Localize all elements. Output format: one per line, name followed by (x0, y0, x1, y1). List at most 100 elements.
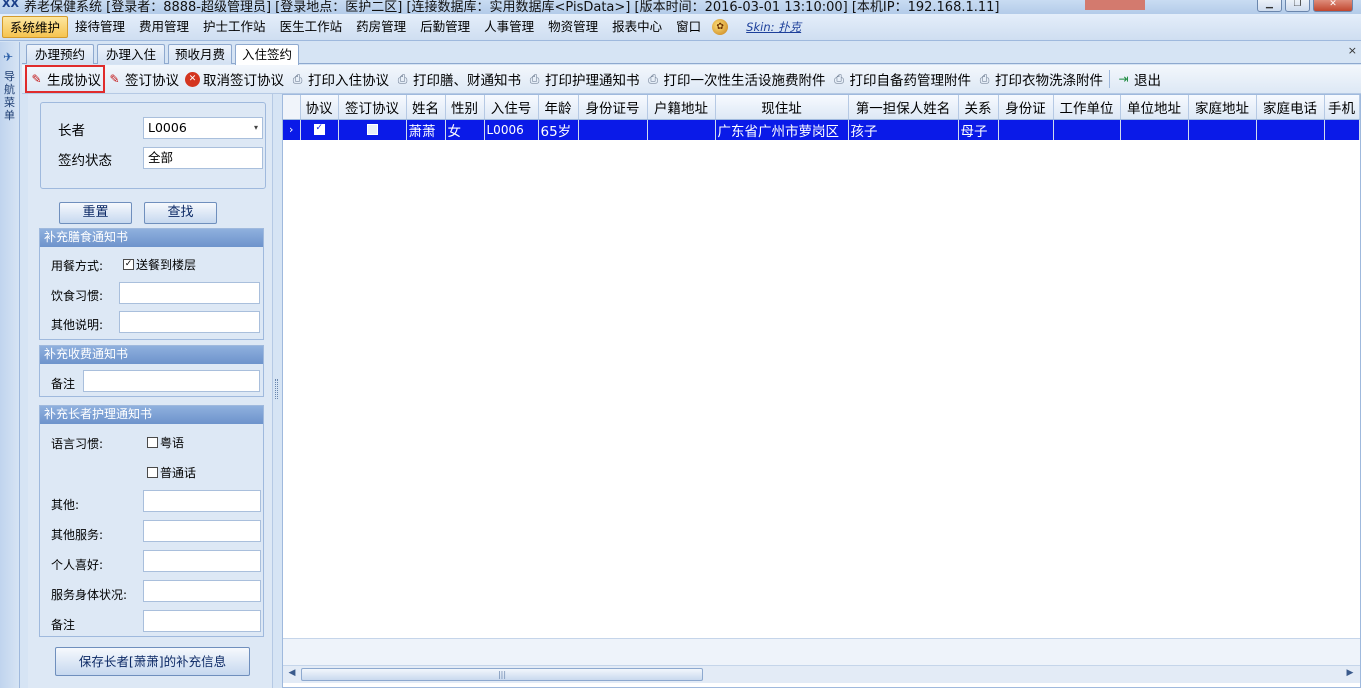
col-header[interactable]: 家庭地址 (1188, 95, 1257, 120)
age-cell[interactable]: 65岁 (538, 119, 579, 140)
guarantor-id-cell[interactable] (998, 119, 1054, 140)
menu-logistics[interactable]: 后勤管理 (413, 16, 477, 38)
menu-doctor-station[interactable]: 医生工作站 (273, 16, 350, 38)
menu-system-maintenance[interactable]: 系统维护 (2, 16, 69, 38)
health-status-input[interactable] (143, 580, 261, 602)
status-field[interactable]: 全部 (143, 147, 263, 169)
col-header[interactable]: 第一担保人姓名 (848, 95, 959, 120)
col-header[interactable]: 关系 (958, 95, 999, 120)
row-pointer-icon[interactable]: › (283, 119, 301, 140)
col-header[interactable]: 工作单位 (1053, 95, 1121, 120)
gender-cell[interactable]: 女 (445, 119, 485, 140)
dropdown-arrow-icon[interactable]: ▾ (254, 118, 258, 138)
print-care-button[interactable]: ⎙ 打印护理通知书 (524, 66, 643, 92)
menu-pharmacy[interactable]: 药房管理 (349, 16, 413, 38)
checkbox-unchecked-icon[interactable] (147, 467, 158, 478)
other-input[interactable] (143, 490, 261, 512)
other-service-input[interactable] (143, 520, 261, 542)
search-button[interactable]: 查找 (144, 202, 217, 224)
relation-cell[interactable]: 母子 (958, 119, 999, 140)
mobile-cell[interactable] (1324, 119, 1360, 140)
diet-habit-input[interactable] (119, 282, 260, 304)
fee-remark-label: 备注 (51, 377, 76, 391)
menu-hr[interactable]: 人事管理 (477, 16, 541, 38)
scroll-left-icon[interactable]: ◀ (284, 668, 300, 681)
close-window-button[interactable]: ✕ (1313, 0, 1353, 12)
checkbox-unchecked-icon[interactable] (366, 123, 378, 135)
col-header[interactable]: 签订协议 (338, 95, 407, 120)
col-header[interactable]: 单位地址 (1120, 95, 1189, 120)
sign-agreement-button[interactable]: ✎ 签订协议 (104, 66, 182, 92)
unit-address-cell[interactable] (1120, 119, 1189, 140)
horizontal-scrollbar[interactable]: ◀ ||| ▶ (283, 665, 1360, 683)
current-address-cell[interactable]: 广东省广州市萝岗区 (715, 119, 849, 140)
tab-reservation[interactable]: 办理预约 (26, 44, 94, 64)
home-phone-cell[interactable] (1256, 119, 1325, 140)
menu-window[interactable]: 窗口 (669, 16, 708, 38)
care-remark-input[interactable] (143, 610, 261, 632)
restore-button[interactable]: ❐ (1285, 0, 1310, 12)
print-medicine-button[interactable]: ⎙ 打印自备药管理附件 (829, 66, 975, 92)
menu-materials[interactable]: 物资管理 (541, 16, 605, 38)
checkbox-checked-icon[interactable] (313, 123, 325, 135)
menu-reports[interactable]: 报表中心 (605, 16, 669, 38)
col-header[interactable]: 手机 (1324, 95, 1360, 120)
col-header[interactable]: 性别 (445, 95, 485, 120)
close-tab-icon[interactable]: × (1348, 44, 1357, 57)
col-header[interactable]: 身份证号 (578, 95, 648, 120)
col-header[interactable]: 姓名 (406, 95, 446, 120)
print-laundry-button[interactable]: ⎙ 打印衣物洗涤附件 (974, 66, 1106, 92)
tab-contract-signing[interactable]: 入住签约 (235, 44, 299, 65)
household-address-cell[interactable] (647, 119, 716, 140)
name-cell[interactable]: 萧萧 (406, 119, 446, 140)
print-meal-fee-button[interactable]: ⎙ 打印膳、财通知书 (392, 66, 524, 92)
col-header[interactable]: 协议 (300, 95, 339, 120)
guarantor-cell[interactable]: 孩子 (848, 119, 959, 140)
hobby-input[interactable] (143, 550, 261, 572)
exit-button[interactable]: ⇥ 退出 (1113, 66, 1164, 92)
menu-fees[interactable]: 费用管理 (132, 16, 196, 38)
print-admission-button[interactable]: ⎙ 打印入住协议 (287, 66, 392, 92)
menu-reception[interactable]: 接待管理 (68, 16, 132, 38)
tab-monthly-fee[interactable]: 预收月费 (168, 44, 232, 64)
cantonese-checkbox[interactable]: 粤语 (147, 434, 184, 451)
admission-no-cell[interactable]: L0006 (484, 119, 539, 140)
signed-cell[interactable] (338, 119, 407, 140)
reset-button[interactable]: 重置 (59, 202, 132, 224)
generate-agreement-button[interactable]: ✎ 生成协议 (25, 65, 105, 93)
dock-label[interactable]: 导航菜单 (4, 70, 17, 122)
skin-palette-icon[interactable]: ✿ (712, 19, 729, 35)
mandarin-checkbox[interactable]: 普通话 (147, 464, 196, 481)
tab-checkin[interactable]: 办理入住 (97, 44, 165, 64)
col-header[interactable]: 现住址 (715, 95, 849, 120)
col-header[interactable]: 身份证 (998, 95, 1054, 120)
print-facility-button[interactable]: ⎙ 打印一次性生活设施费附件 (643, 66, 829, 92)
agreement-cell[interactable] (300, 119, 339, 140)
col-header[interactable]: 家庭电话 (1256, 95, 1325, 120)
cancel-signing-button[interactable]: ✕ 取消签订协议 (182, 66, 287, 92)
grid-footer (283, 638, 1360, 665)
other-note-input[interactable] (119, 311, 260, 333)
elder-select[interactable]: L0006 ▾ (143, 117, 263, 139)
work-unit-cell[interactable] (1053, 119, 1121, 140)
col-header[interactable]: 年龄 (538, 95, 579, 120)
scroll-right-icon[interactable]: ▶ (1342, 668, 1358, 681)
save-supplement-button[interactable]: 保存长者[萧萧]的补充信息 (55, 647, 250, 676)
col-header[interactable]: 户籍地址 (647, 95, 716, 120)
home-address-cell[interactable] (1188, 119, 1257, 140)
checkbox-unchecked-icon[interactable] (147, 437, 158, 448)
checkbox-checked-icon[interactable] (123, 259, 134, 270)
id-no-cell[interactable] (578, 119, 648, 140)
panel-splitter[interactable] (273, 94, 281, 688)
pin-icon[interactable]: ✈ (3, 50, 13, 64)
scrollbar-thumb[interactable]: ||| (301, 668, 703, 681)
splitter-grip-icon[interactable] (275, 379, 278, 399)
table-row[interactable]: › 萧萧 女 L0006 65岁 广东省广州市萝岗区 孩子 母子 (283, 119, 1360, 140)
skin-link[interactable]: Skin: 扑克 (746, 19, 801, 35)
navigation-dock[interactable]: ✈ 导航菜单 (0, 42, 20, 688)
deliver-to-floor-checkbox[interactable]: 送餐到楼层 (123, 256, 196, 273)
fee-remark-input[interactable] (83, 370, 260, 392)
col-header[interactable]: 入住号 (484, 95, 539, 120)
minimize-button[interactable]: ▁ (1257, 0, 1282, 12)
menu-nurse-station[interactable]: 护士工作站 (196, 16, 273, 38)
